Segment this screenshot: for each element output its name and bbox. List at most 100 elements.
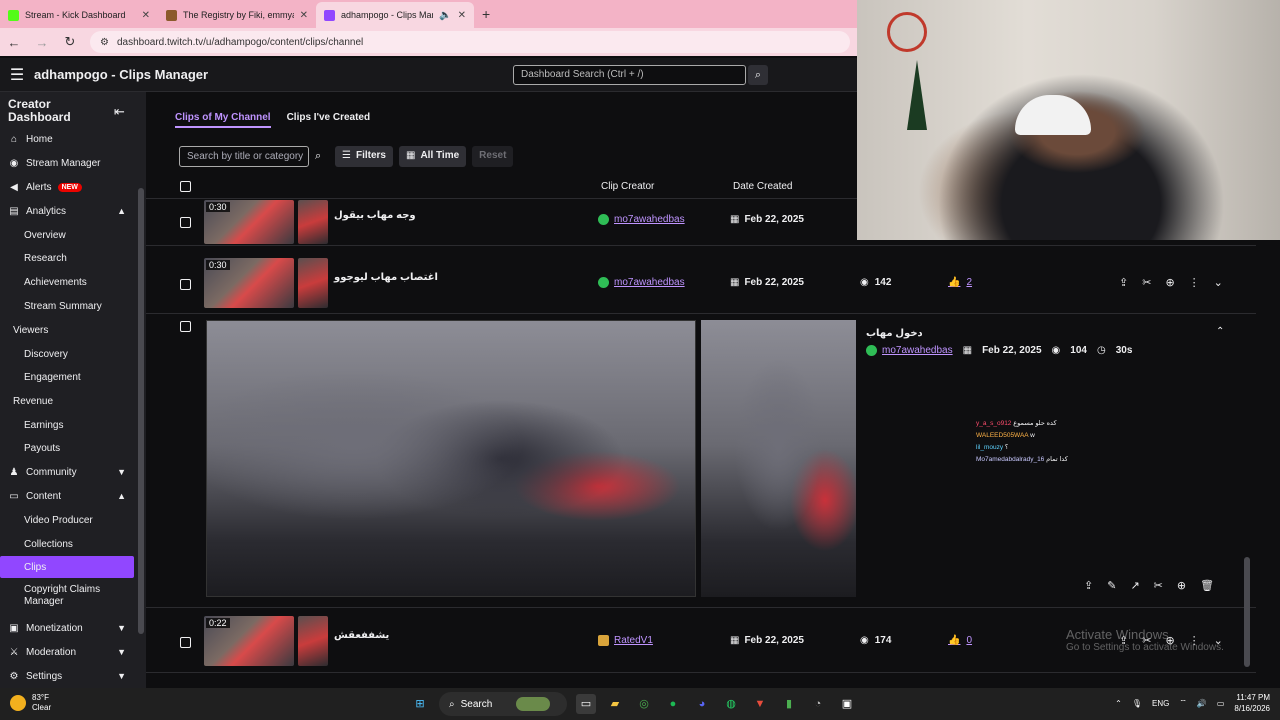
edit-icon[interactable]: ✎ bbox=[1107, 579, 1116, 592]
sidebar-item-earnings[interactable]: Earnings bbox=[0, 414, 134, 436]
sidebar-item-discovery[interactable]: Discovery bbox=[0, 343, 134, 365]
sidebar-item-monetization[interactable]: ▣ Monetization ▼ bbox=[0, 617, 134, 639]
all-time-button[interactable]: ▦ All Time bbox=[398, 146, 467, 167]
clip-creator-link[interactable]: mo7awahedbas bbox=[866, 345, 953, 356]
clip-title[interactable]: اغتصاب مهاب ليوجوو bbox=[334, 272, 438, 283]
sidebar-item-moderation[interactable]: ⚔ Moderation ▼ bbox=[0, 641, 134, 663]
share-icon[interactable]: ⇪ bbox=[1119, 276, 1128, 289]
row-checkbox[interactable] bbox=[180, 637, 191, 648]
clip-likes-link[interactable]: 👍 2 bbox=[948, 277, 972, 288]
browser-tab-clips[interactable]: adhampogo - Clips Manag 🔈 ✕ bbox=[316, 2, 474, 28]
back-icon[interactable]: ← bbox=[6, 35, 22, 50]
reload-icon[interactable]: ↻ bbox=[62, 34, 78, 50]
chevron-down-icon[interactable]: ⌄ bbox=[1214, 276, 1223, 289]
hamburger-menu-icon[interactable]: ☰ bbox=[0, 65, 34, 85]
open-external-icon[interactable]: ↗ bbox=[1130, 579, 1139, 592]
sidebar-item-achievements[interactable]: Achievements bbox=[0, 271, 134, 293]
language-indicator[interactable]: ENG bbox=[1152, 699, 1169, 708]
sidebar-item-engagement[interactable]: Engagement bbox=[0, 366, 134, 388]
add-circle-icon[interactable]: ⊕ bbox=[1177, 579, 1186, 592]
main-scrollbar[interactable] bbox=[1244, 557, 1250, 667]
taskbar-clock[interactable]: 11:47 PM 8/16/2026 bbox=[1234, 692, 1270, 714]
url-field[interactable]: ⚙ dashboard.twitch.tv/u/adhampogo/conten… bbox=[90, 31, 850, 53]
dashboard-search-input[interactable]: Dashboard Search (Ctrl + /) bbox=[513, 65, 746, 85]
tab-clips-of-my-channel[interactable]: Clips of My Channel bbox=[175, 112, 271, 128]
sidebar-item-analytics[interactable]: ▤ Analytics ▲ bbox=[0, 200, 134, 222]
clip-title[interactable]: يشففعقش bbox=[334, 630, 389, 641]
sidebar-scrollbar[interactable] bbox=[138, 188, 144, 634]
close-tab-icon[interactable]: ✕ bbox=[300, 10, 308, 21]
close-tab-icon[interactable]: ✕ bbox=[142, 10, 150, 21]
sidebar-item-home[interactable]: ⌂ Home bbox=[0, 128, 134, 150]
site-info-icon[interactable]: ⚙ bbox=[100, 37, 109, 48]
taskbar-search[interactable]: ⌕ Search bbox=[439, 692, 567, 716]
app-icon-green[interactable]: ▮ bbox=[779, 694, 799, 714]
close-tab-icon[interactable]: ✕ bbox=[458, 10, 466, 21]
delete-icon[interactable]: 🗑 bbox=[1200, 579, 1214, 592]
clip-video-player[interactable] bbox=[206, 320, 696, 597]
whatsapp-icon[interactable]: ◍ bbox=[721, 694, 741, 714]
windows-start-icon[interactable]: ⊞ bbox=[410, 694, 430, 714]
clip-title[interactable]: وجه مهاب بيقول bbox=[334, 210, 416, 221]
wifi-icon[interactable]: ⌔ bbox=[1179, 698, 1187, 708]
obs-icon[interactable]: ◔ bbox=[808, 694, 828, 714]
sidebar-item-stream-summary[interactable]: Stream Summary bbox=[0, 295, 134, 317]
sidebar-item-research[interactable]: Research bbox=[0, 247, 134, 269]
more-options-icon[interactable]: ⋮ bbox=[1189, 276, 1200, 289]
clip-thumbnail[interactable]: 0:30 bbox=[204, 200, 294, 244]
app-icon-white[interactable]: ▣ bbox=[837, 694, 857, 714]
scissors-icon[interactable]: ✂ bbox=[1154, 579, 1163, 592]
add-circle-icon[interactable]: ⊕ bbox=[1165, 276, 1174, 289]
share-icon[interactable]: ⇪ bbox=[1084, 579, 1093, 592]
sidebar-item-overview[interactable]: Overview bbox=[0, 224, 134, 246]
sidebar-item-settings[interactable]: ⚙ Settings ▼ bbox=[0, 665, 134, 687]
clip-creator-link[interactable]: RatedV1 bbox=[598, 635, 653, 646]
task-view-icon[interactable]: ▭ bbox=[576, 694, 596, 714]
chrome-icon[interactable]: ◎ bbox=[634, 694, 654, 714]
sidebar-item-alerts[interactable]: ◀ Alerts NEW bbox=[0, 176, 134, 198]
tab-clips-ive-created[interactable]: Clips I've Created bbox=[287, 112, 371, 128]
clip-thumbnail[interactable]: 0:22 bbox=[204, 616, 294, 666]
column-clip-creator[interactable]: Clip Creator bbox=[601, 181, 654, 192]
discord-icon[interactable]: ◕ bbox=[692, 694, 712, 714]
new-tab-icon[interactable]: + bbox=[474, 6, 498, 28]
chevron-up-icon[interactable]: ⌃ bbox=[1115, 699, 1122, 708]
sidebar-item-copyright-claims[interactable]: Copyright Claims Manager bbox=[0, 581, 134, 611]
select-all-checkbox[interactable] bbox=[180, 181, 191, 192]
clip-creator-link[interactable]: mo7awahedbas bbox=[598, 277, 685, 288]
collapse-sidebar-icon[interactable]: ⇤ bbox=[114, 104, 125, 120]
microphone-icon[interactable]: 🎙 bbox=[1132, 699, 1142, 708]
sidebar-item-content[interactable]: ▭ Content ▲ bbox=[0, 485, 134, 507]
row-checkbox[interactable] bbox=[180, 217, 191, 228]
sidebar-item-collections[interactable]: Collections bbox=[0, 533, 134, 555]
browser-tab-registry[interactable]: The Registry by Fiki, emmyalshe ✕ bbox=[158, 2, 316, 28]
search-icon[interactable]: ⌕ bbox=[315, 150, 329, 163]
sidebar-item-payouts[interactable]: Payouts bbox=[0, 437, 134, 459]
clip-likes-link[interactable]: 👍 0 bbox=[948, 635, 972, 646]
sidebar-item-clips[interactable]: Clips bbox=[0, 556, 134, 578]
weather-widget[interactable]: 83°F Clear bbox=[10, 693, 51, 713]
forward-icon[interactable]: → bbox=[34, 35, 50, 50]
clip-creator-link[interactable]: mo7awahedbas bbox=[598, 214, 685, 225]
volume-icon[interactable]: 🔊 bbox=[1197, 699, 1207, 708]
table-row[interactable]: 0:30 اغتصاب مهاب ليوجوو mo7awahedbas ▦ Fe… bbox=[146, 250, 1256, 314]
reset-button[interactable]: Reset bbox=[472, 146, 514, 167]
mute-tab-icon[interactable]: 🔈 bbox=[439, 10, 451, 21]
spotify-icon[interactable]: ● bbox=[663, 694, 683, 714]
filters-button[interactable]: ☰ Filters bbox=[335, 146, 393, 167]
column-date-created[interactable]: Date Created bbox=[733, 181, 792, 192]
sidebar-item-video-producer[interactable]: Video Producer bbox=[0, 509, 134, 531]
row-checkbox[interactable] bbox=[180, 321, 191, 332]
search-icon[interactable]: ⌕ bbox=[748, 65, 768, 85]
file-explorer-icon[interactable]: ▰ bbox=[605, 694, 625, 714]
app-icon-red[interactable]: ▼ bbox=[750, 694, 770, 714]
sidebar-item-community[interactable]: ♟ Community ▼ bbox=[0, 461, 134, 483]
browser-tab-kick[interactable]: Stream - Kick Dashboard ✕ bbox=[0, 2, 158, 28]
clip-thumbnail[interactable]: 0:30 bbox=[204, 258, 294, 308]
sidebar-item-stream-manager[interactable]: ◉ Stream Manager bbox=[0, 152, 134, 174]
row-checkbox[interactable] bbox=[180, 279, 191, 290]
battery-icon[interactable]: ▭ bbox=[1217, 699, 1225, 708]
clip-search-input[interactable]: Search by title or category bbox=[179, 146, 309, 167]
chevron-up-icon[interactable]: ⌃ bbox=[1216, 326, 1224, 337]
scissors-icon[interactable]: ✂ bbox=[1142, 276, 1151, 289]
